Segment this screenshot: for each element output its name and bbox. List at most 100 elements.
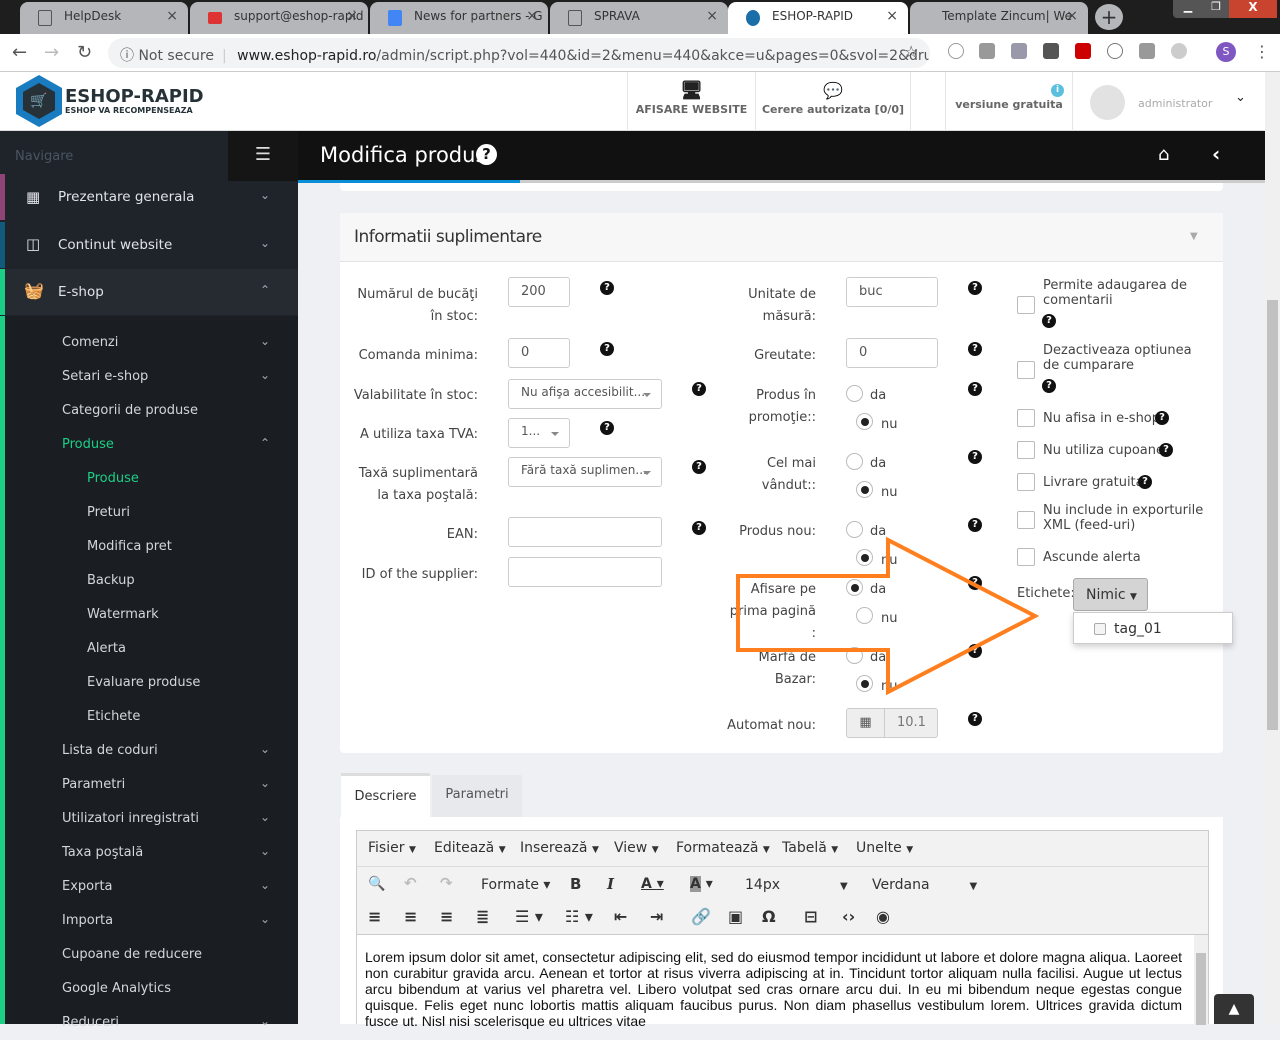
indent-icon[interactable]: ⇥: [650, 907, 663, 926]
sidebar-subitem[interactable]: Google Analytics: [0, 972, 298, 1006]
extra-fee-select[interactable]: Fără taxă suplimen...: [508, 457, 662, 487]
reload-icon[interactable]: ↻: [77, 42, 92, 63]
close-tab-icon[interactable]: ×: [346, 8, 358, 24]
editor-menu[interactable]: Editează ▼: [434, 840, 506, 856]
redo-icon[interactable]: ↷: [440, 874, 453, 892]
sidebar-subsubitem[interactable]: Etichete: [0, 700, 298, 734]
new-tab-button[interactable]: +: [1095, 4, 1123, 30]
sidebar-subsubitem[interactable]: Modifica pret: [0, 530, 298, 564]
sidebar-subitem[interactable]: Importa ⌄: [0, 904, 298, 938]
bold-icon[interactable]: B: [570, 875, 581, 893]
help-icon[interactable]: ?: [476, 144, 497, 165]
extension-icon[interactable]: [1171, 43, 1187, 59]
scroll-to-top-button[interactable]: ▲: [1214, 994, 1254, 1024]
browser-tab[interactable]: Template Zincum| We ×: [910, 2, 1088, 34]
bullet-list-icon[interactable]: ☰ ▾: [515, 907, 543, 926]
ean-input[interactable]: [508, 517, 662, 547]
user-menu[interactable]: administrator ⌄: [1072, 72, 1265, 131]
restore-button[interactable]: ❐: [1203, 0, 1229, 18]
extension-icon[interactable]: [948, 43, 964, 59]
sidebar-subitem[interactable]: Produse ⌃: [0, 428, 298, 462]
tab-descriere[interactable]: Descriere: [341, 773, 430, 817]
align-left-icon[interactable]: ≡: [368, 907, 381, 926]
sidebar-subitem[interactable]: Taxa poştală ⌄: [0, 836, 298, 870]
min-order-input[interactable]: 0: [508, 338, 570, 368]
sidebar-item-eshop[interactable]: 🧺 E-shop ⌃: [0, 269, 298, 315]
find-replace-icon[interactable]: 🔍: [368, 876, 385, 892]
extension-icon[interactable]: [1107, 43, 1123, 59]
editor-menu[interactable]: Tabelă ▼: [782, 840, 838, 856]
sidebar-subitem[interactable]: Cupoane de reducere: [0, 938, 298, 972]
close-tab-icon[interactable]: ×: [1066, 8, 1078, 24]
info-icon[interactable]: ⓘ: [120, 48, 134, 64]
back-icon[interactable]: ←: [12, 42, 27, 63]
radio-yes[interactable]: [846, 385, 863, 402]
close-tab-icon[interactable]: ×: [166, 8, 178, 24]
help-icon[interactable]: ?: [968, 712, 982, 726]
help-icon[interactable]: ?: [968, 342, 982, 356]
minimize-button[interactable]: ▁: [1173, 0, 1203, 18]
editor-content[interactable]: Lorem ipsum dolor sit amet, consectetur …: [357, 934, 1208, 1029]
code-icon[interactable]: ‹›: [842, 907, 855, 926]
help-icon[interactable]: ?: [1159, 443, 1173, 457]
sidebar-subitem[interactable]: Reduceri ⌄: [0, 1006, 298, 1040]
availability-select[interactable]: Nu afişa accesibilit...: [508, 379, 662, 409]
page-break-icon[interactable]: ⊟: [804, 907, 817, 926]
tag-option[interactable]: tag_01: [1114, 621, 1162, 637]
help-icon[interactable]: ?: [600, 342, 614, 356]
tags-dropdown-button[interactable]: Nimic ▼: [1073, 578, 1148, 611]
requests-button[interactable]: 💬 Cerere autorizata [0/0]: [755, 72, 910, 131]
editor-menu[interactable]: Inserează ▼: [520, 840, 599, 856]
radio-no[interactable]: [856, 481, 873, 498]
radio-yes[interactable]: [846, 453, 863, 470]
sidebar-subitem[interactable]: Exporta ⌄: [0, 870, 298, 904]
extension-icon[interactable]: [1075, 43, 1091, 59]
unit-input[interactable]: buc: [846, 277, 938, 307]
preview-icon[interactable]: ◉: [876, 907, 890, 926]
editor-scrollbar[interactable]: [1194, 935, 1208, 1025]
help-icon[interactable]: ?: [968, 382, 982, 396]
close-tab-icon[interactable]: ×: [706, 8, 718, 24]
sidebar-subitem[interactable]: Utilizatori inregistrati ⌄: [0, 802, 298, 836]
browser-tab[interactable]: SPRAVA ×: [550, 2, 728, 34]
sidebar-subsubitem[interactable]: Backup: [0, 564, 298, 598]
allow-comments-checkbox[interactable]: [1017, 296, 1035, 314]
extension-icon[interactable]: [1139, 43, 1155, 59]
sidebar-subsubitem[interactable]: Preturi: [0, 496, 298, 530]
collapse-icon[interactable]: ▼: [1190, 231, 1198, 242]
image-icon[interactable]: ▣: [728, 907, 743, 926]
sidebar-subitem[interactable]: Setari e-shop ⌄: [0, 360, 298, 394]
close-tab-icon[interactable]: ×: [526, 8, 538, 24]
extension-icon[interactable]: [1011, 43, 1027, 59]
outdent-icon[interactable]: ⇤: [614, 907, 627, 926]
align-right-icon[interactable]: ≡: [440, 907, 453, 926]
help-icon[interactable]: ?: [1155, 411, 1169, 425]
sidebar-subsubitem[interactable]: Evaluare produse: [0, 666, 298, 700]
extension-icon[interactable]: [979, 43, 995, 59]
stock-input[interactable]: 200: [508, 277, 570, 307]
numbered-list-icon[interactable]: ☷ ▾: [565, 907, 593, 926]
browser-tab[interactable]: HelpDesk ×: [20, 2, 188, 34]
link-icon[interactable]: 🔗: [691, 907, 711, 926]
browser-tab-active[interactable]: ESHOP-RAPID ×: [728, 2, 908, 34]
calendar-icon[interactable]: ▦: [847, 709, 885, 737]
radio-no[interactable]: [856, 413, 873, 430]
justify-icon[interactable]: ≣: [476, 907, 489, 926]
auto-new-date-input[interactable]: ▦ 10.1: [846, 708, 938, 738]
hide-in-eshop-checkbox[interactable]: [1017, 409, 1035, 427]
sidebar-item-continut[interactable]: ◫ Continut website ⌄: [0, 222, 298, 268]
disable-buy-checkbox[interactable]: [1017, 361, 1035, 379]
weight-input[interactable]: 0: [846, 338, 938, 368]
help-icon[interactable]: ?: [600, 281, 614, 295]
exclude-xml-checkbox[interactable]: [1017, 511, 1035, 529]
omega-icon[interactable]: Ω: [762, 907, 776, 926]
help-icon[interactable]: ?: [692, 382, 706, 396]
help-icon[interactable]: ?: [968, 450, 982, 464]
sidebar-subsubitem[interactable]: Produse: [0, 462, 298, 496]
background-color-icon[interactable]: A ▾: [690, 876, 713, 892]
browser-menu-icon[interactable]: ⋮: [1254, 42, 1270, 61]
free-shipping-checkbox[interactable]: [1017, 473, 1035, 491]
browser-tab[interactable]: News for partners - G ×: [370, 2, 548, 34]
bookmark-star-icon[interactable]: ☆: [904, 42, 918, 61]
sidebar-subsubitem[interactable]: Alerta: [0, 632, 298, 666]
